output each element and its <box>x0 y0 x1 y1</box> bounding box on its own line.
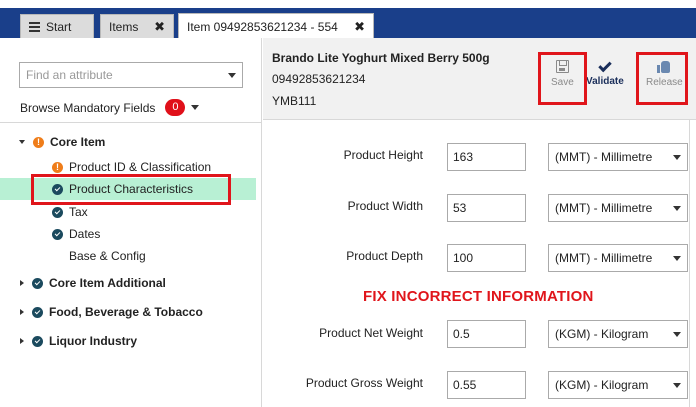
close-icon[interactable]: ✖ <box>154 19 165 35</box>
tree-item-label: Food, Beverage & Tobacco <box>49 305 203 319</box>
tree-item-liquor-industry[interactable]: Liquor Industry <box>20 334 137 348</box>
highlight-box-product-characteristics <box>31 174 231 205</box>
tab-bar: Start Items ✖ Item 09492853621234 - 554 … <box>0 0 696 39</box>
expand-arrow-icon[interactable] <box>19 140 25 144</box>
warning-icon <box>52 161 63 173</box>
tree-item-label: Tax <box>69 205 88 219</box>
chevron-down-icon <box>673 382 681 388</box>
checkmark-icon <box>598 58 612 73</box>
menu-icon <box>29 20 40 34</box>
tree-item-label: Liquor Industry <box>49 334 137 348</box>
attribute-form: Product Height 163 (MMT) - Millimetre Pr… <box>263 120 696 407</box>
expand-arrow-icon[interactable] <box>20 338 24 344</box>
tree-item-core-item-additional[interactable]: Core Item Additional <box>20 276 166 290</box>
item-header: Brando Lite Yoghurt Mixed Berry 500g 094… <box>263 38 696 120</box>
product-gross-weight-unit-select[interactable]: (KGM) - Kilogram <box>548 371 688 399</box>
tab-item-detail-label: Item 09492853621234 - 554 <box>187 19 338 34</box>
tab-items-label: Items <box>109 19 139 34</box>
expand-arrow-icon[interactable] <box>20 280 24 286</box>
attribute-search-select[interactable]: Find an attribute <box>19 62 243 88</box>
unit-value: (KGM) - Kilogram <box>555 378 649 392</box>
item-code: YMB111 <box>272 94 317 108</box>
item-gtin: 09492853621234 <box>272 72 366 86</box>
close-icon[interactable]: ✖ <box>354 19 365 35</box>
tree-item-label: Product ID & Classification <box>69 160 212 174</box>
unit-value: (MMT) - Millimetre <box>555 251 653 265</box>
tab-item-detail[interactable]: Item 09492853621234 - 554 ✖ <box>178 13 374 39</box>
product-net-weight-input[interactable]: 0.5 <box>447 320 526 348</box>
chevron-down-icon[interactable] <box>191 105 200 110</box>
check-circle-icon <box>32 306 43 318</box>
validate-label: Validate <box>586 76 624 87</box>
attribute-sidebar: Find an attribute Browse Mandatory Field… <box>0 38 262 407</box>
product-height-input[interactable]: 163 <box>447 143 526 171</box>
product-gross-weight-input[interactable]: 0.55 <box>447 371 526 399</box>
item-title: Brando Lite Yoghurt Mixed Berry 500g <box>272 51 490 65</box>
check-circle-icon <box>52 206 63 218</box>
tree-item-label: Core Item Additional <box>49 276 166 290</box>
product-width-unit-select[interactable]: (MMT) - Millimetre <box>548 194 688 222</box>
browse-mandatory-label: Browse Mandatory Fields <box>20 100 156 115</box>
sidebar-search-area: Find an attribute Browse Mandatory Field… <box>0 38 262 123</box>
unit-value: (MMT) - Millimetre <box>555 150 653 164</box>
highlight-box-release <box>636 52 688 105</box>
unit-value: (KGM) - Kilogram <box>555 327 649 341</box>
unit-value: (MMT) - Millimetre <box>555 201 653 215</box>
chevron-down-icon <box>673 331 681 337</box>
tree-item-tax[interactable]: Tax <box>52 205 88 219</box>
check-circle-icon <box>32 335 43 347</box>
field-label-product-width: Product Width <box>347 199 423 213</box>
tree-item-label: Base & Config <box>69 249 146 263</box>
chevron-down-icon <box>673 205 681 211</box>
chevron-down-icon <box>673 255 681 261</box>
product-depth-unit-select[interactable]: (MMT) - Millimetre <box>548 244 688 272</box>
tree-item-label: Core Item <box>50 135 106 149</box>
chevron-down-icon <box>228 72 236 78</box>
chevron-down-icon <box>673 154 681 160</box>
product-width-input[interactable]: 53 <box>447 194 526 222</box>
tree-item-dates[interactable]: Dates <box>52 227 100 241</box>
tree-item-product-id[interactable]: Product ID & Classification <box>52 160 211 174</box>
expand-arrow-icon[interactable] <box>20 309 24 315</box>
mandatory-count-badge: 0 <box>165 99 186 116</box>
field-label-product-gross-weight: Product Gross Weight <box>305 376 423 390</box>
tab-start-label: Start <box>46 19 72 34</box>
field-label-product-height: Product Height <box>343 148 423 162</box>
highlight-box-save <box>538 52 587 105</box>
tree-item-base-config[interactable]: Base & Config <box>52 249 146 263</box>
field-label-product-depth: Product Depth <box>346 249 423 263</box>
tab-start[interactable]: Start <box>20 14 94 38</box>
validate-button[interactable]: Validate <box>586 58 624 87</box>
form-right-border <box>689 120 690 407</box>
search-placeholder: Find an attribute <box>26 68 113 82</box>
warning-icon <box>33 136 44 148</box>
tab-items[interactable]: Items ✖ <box>100 14 174 38</box>
check-circle-icon <box>52 228 63 240</box>
tree-item-food-beverage-tobacco[interactable]: Food, Beverage & Tobacco <box>20 305 203 319</box>
check-circle-icon <box>32 277 43 289</box>
fix-incorrect-information-annotation: FIX INCORRECT INFORMATION <box>363 288 594 305</box>
field-label-product-net-weight: Product Net Weight <box>319 326 423 340</box>
tree-item-core-item[interactable]: Core Item <box>19 135 105 149</box>
product-net-weight-unit-select[interactable]: (KGM) - Kilogram <box>548 320 688 348</box>
product-depth-input[interactable]: 100 <box>447 244 526 272</box>
product-height-unit-select[interactable]: (MMT) - Millimetre <box>548 143 688 171</box>
browse-mandatory-fields[interactable]: Browse Mandatory Fields 0 <box>20 99 200 116</box>
tree-item-label: Dates <box>69 227 101 241</box>
